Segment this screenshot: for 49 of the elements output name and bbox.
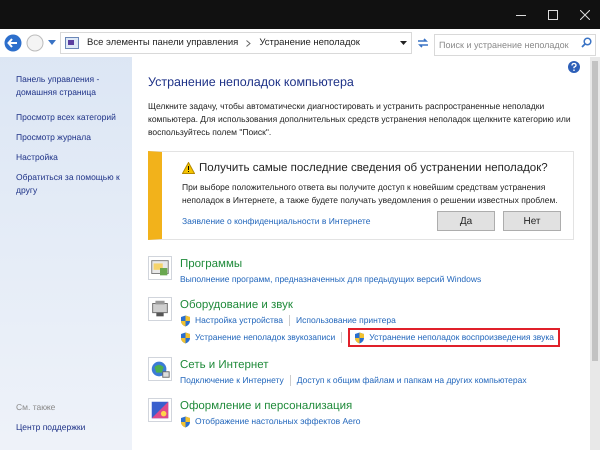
task-link[interactable]: Доступ к общим файлам и папкам на других компьютерах xyxy=(296,373,527,388)
notice-title: Получить самые последние сведения об устранении неполадок? xyxy=(199,160,548,176)
category-icon xyxy=(148,256,172,280)
breadcrumb[interactable]: Устранение неполадок xyxy=(259,36,360,50)
shield-icon xyxy=(354,332,366,344)
see-also-label: См. также xyxy=(16,400,56,414)
sidebar-link[interactable]: Центр поддержки xyxy=(16,421,128,434)
task-link[interactable]: Подключение к Интернету xyxy=(180,373,284,388)
refresh-icon[interactable] xyxy=(416,36,430,50)
intro-text: Щелкните задачу, чтобы автоматически диагностировать и устранить распространенные неполадки компьютера. Для использования дополнительных средств устранения неполадок щелкните категорию или воспользуйтесь полем "Поиск". xyxy=(148,100,572,139)
task-link[interactable]: Устранение неполадок звукозаписи xyxy=(180,330,336,345)
sidebar-link[interactable]: Настройка xyxy=(16,151,128,164)
control-panel-icon xyxy=(65,37,79,49)
chevron-icon xyxy=(246,40,252,46)
notice-button[interactable]: Нет xyxy=(503,211,561,231)
task-link[interactable]: Отображение настольных эффектов Aero xyxy=(180,414,360,429)
shield-icon xyxy=(180,314,191,326)
page-heading: Устранение неполадок компьютера xyxy=(148,74,355,91)
scrollbar[interactable] xyxy=(590,57,600,450)
maximize-icon[interactable] xyxy=(548,10,558,20)
privacy-link[interactable]: Заявление о конфиденциальности в Интернете xyxy=(182,214,429,228)
task-link[interactable]: Устранение неполадок воспроизведения звука xyxy=(348,328,560,347)
warning-icon xyxy=(182,162,195,174)
category-title[interactable]: Оборудование и звук xyxy=(180,297,560,313)
search-icon xyxy=(581,37,592,48)
shield-icon xyxy=(180,332,191,344)
notice-button[interactable]: Да xyxy=(437,211,495,231)
search-field[interactable]: Поиск и устранение неполадок xyxy=(434,34,596,56)
category-title[interactable]: Программы xyxy=(180,256,482,272)
notice-text: При выборе положительного ответа вы получите доступ к новейшим средствам устранения неполадок в Интернете, а также будете получать уведомления о решении известных проблем. xyxy=(182,181,559,207)
category-icon xyxy=(148,297,172,321)
category-icon xyxy=(148,357,172,381)
task-link[interactable]: Настройка устройства xyxy=(180,313,283,328)
back-icon[interactable] xyxy=(4,34,22,52)
address-bar[interactable]: Все элементы панели управления Устранение неполадок xyxy=(60,32,412,54)
task-link[interactable]: Выполнение программ, предназначенных для предыдущих версий Windows xyxy=(180,272,482,287)
sidebar-link[interactable]: Просмотр журнала xyxy=(16,131,128,144)
category-icon xyxy=(148,398,172,422)
category-title[interactable]: Оформление и персонализация xyxy=(180,398,360,414)
task-link[interactable]: Использование принтера xyxy=(296,313,396,328)
shield-icon xyxy=(180,416,191,428)
dropdown-icon[interactable] xyxy=(400,40,407,46)
sidebar-link[interactable]: Обратиться за помощью к другу xyxy=(16,171,128,197)
sidebar-link[interactable]: Просмотр всех категорий xyxy=(16,111,128,124)
breadcrumb[interactable]: Все элементы панели управления xyxy=(87,36,238,50)
category-title[interactable]: Сеть и Интернет xyxy=(180,357,527,373)
sidebar-link[interactable]: Панель управления - домашняя страница xyxy=(16,73,128,99)
close-icon[interactable] xyxy=(580,10,590,20)
help-icon[interactable] xyxy=(568,61,580,73)
